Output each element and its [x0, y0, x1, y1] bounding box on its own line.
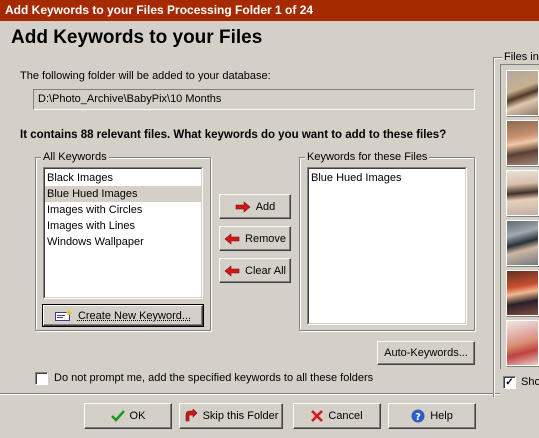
ok-button-label: OK: [129, 410, 146, 422]
new-keyword-icon: [54, 309, 73, 322]
help-button-label: Help: [430, 410, 453, 422]
create-new-keyword-label: Create New Keyword...: [77, 309, 192, 322]
no-prompt-checkbox[interactable]: [35, 372, 48, 385]
remove-button-label: Remove: [245, 232, 286, 245]
help-icon: ?: [411, 409, 425, 423]
help-button[interactable]: ? Help: [388, 403, 476, 429]
add-button[interactable]: Add: [219, 194, 291, 219]
create-new-keyword-button[interactable]: Create New Keyword...: [42, 304, 204, 327]
file-thumbnail[interactable]: [506, 70, 539, 116]
cancel-button[interactable]: Cancel: [293, 403, 381, 429]
skip-folder-button[interactable]: Skip this Folder: [179, 403, 283, 429]
file-thumbnail[interactable]: [506, 220, 539, 266]
show-label: Sho: [521, 376, 539, 388]
file-thumbnail[interactable]: [506, 170, 539, 216]
file-keywords-list[interactable]: Blue Hued Images: [307, 167, 467, 325]
checkmark-icon: [110, 410, 125, 422]
show-checkbox[interactable]: ✓: [503, 376, 516, 389]
all-keyword-item[interactable]: Black Images: [45, 170, 201, 186]
all-keyword-item-selected[interactable]: Blue Hued Images: [45, 186, 201, 202]
all-keyword-item[interactable]: Images with Lines: [45, 218, 201, 234]
no-prompt-label: Do not prompt me, add the specified keyw…: [54, 372, 374, 384]
arrow-left-icon: [224, 232, 240, 245]
window-titlebar[interactable]: Add Keywords to your Files Processing Fo…: [0, 0, 539, 21]
footer-divider: [0, 393, 500, 395]
file-keyword-item[interactable]: Blue Hued Images: [309, 170, 465, 186]
clear-all-button[interactable]: Clear All: [219, 258, 291, 283]
auto-keywords-label: Auto-Keywords...: [384, 347, 468, 359]
auto-keywords-button[interactable]: Auto-Keywords...: [377, 341, 475, 365]
file-thumbnail[interactable]: [506, 270, 539, 316]
arrow-left-icon: [224, 264, 240, 277]
folder-label: The following folder will be added to yo…: [20, 70, 271, 82]
file-thumbnail[interactable]: [506, 120, 539, 166]
files-panel-label: Files in: [502, 51, 539, 63]
all-keyword-item[interactable]: Images with Circles: [45, 202, 201, 218]
svg-text:?: ?: [415, 412, 421, 423]
folder-path-field: D:\Photo_Archive\BabyPix\10 Months: [33, 89, 475, 110]
skip-arrow-icon: [184, 409, 198, 423]
window-title: Add Keywords to your Files Processing Fo…: [5, 3, 314, 17]
skip-folder-label: Skip this Folder: [202, 410, 279, 422]
clear-all-button-label: Clear All: [245, 264, 286, 277]
cancel-x-icon: [311, 410, 324, 422]
add-button-label: Add: [255, 200, 276, 213]
files-prompt: It contains 88 relevant files. What keyw…: [20, 129, 447, 141]
cancel-button-label: Cancel: [328, 410, 363, 422]
all-keyword-item[interactable]: Windows Wallpaper: [45, 234, 201, 250]
all-keywords-list[interactable]: Black Images Blue Hued Images Images wit…: [43, 167, 203, 299]
file-keywords-label: Keywords for these Files: [305, 151, 430, 163]
checkmark-icon: ✓: [505, 377, 514, 388]
arrow-right-icon: [235, 200, 251, 213]
ok-button[interactable]: OK: [84, 403, 172, 429]
page-title: Add Keywords to your Files: [11, 27, 263, 48]
file-thumbnail[interactable]: [506, 320, 539, 366]
folder-path-value: D:\Photo_Archive\BabyPix\10 Months: [38, 93, 222, 105]
remove-button[interactable]: Remove: [219, 226, 291, 251]
all-keywords-label: All Keywords: [41, 151, 109, 163]
